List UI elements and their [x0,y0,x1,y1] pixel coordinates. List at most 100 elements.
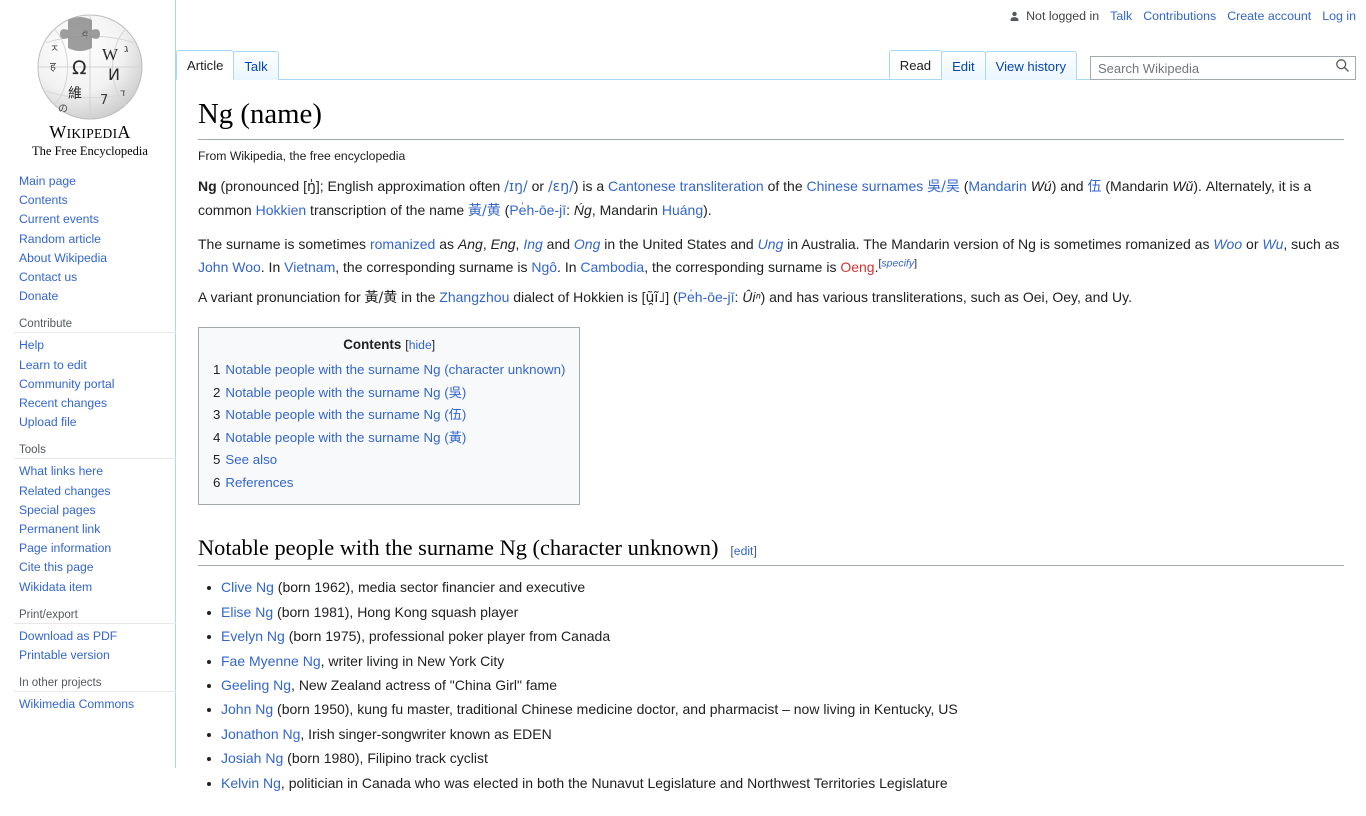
sidebar-item-current-events[interactable]: Current events [14,210,176,229]
sidebar-item-page-information[interactable]: Page information [14,539,176,558]
redlink-oeng[interactable]: Oeng [840,259,874,275]
sidebar-link-printable-version[interactable]: Printable version [19,648,110,662]
sidebar-link-main-page[interactable]: Main page [19,174,76,188]
sidebar-item-recent-changes[interactable]: Recent changes [14,394,176,413]
person-link-fae-myenne-ng[interactable]: Fae Myenne Ng [221,653,321,669]
toc-toggle[interactable]: [hide] [405,338,435,352]
personal-link-create-account[interactable]: Create account [1227,9,1311,23]
link-zhangzhou[interactable]: Zhangzhou [439,289,509,305]
sidebar-link-upload-file[interactable]: Upload file [19,415,77,429]
link-vietnam[interactable]: Vietnam [284,259,335,275]
person-link-kelvin-ng[interactable]: Kelvin Ng [221,775,281,791]
sidebar-link-help[interactable]: Help [19,338,44,352]
person-link-elise-ng[interactable]: Elise Ng [221,604,273,620]
sidebar-item-wikidata-item[interactable]: Wikidata item [14,578,176,597]
person-link-evelyn-ng[interactable]: Evelyn Ng [221,628,285,644]
link-mandarin[interactable]: Mandarin [968,178,1026,194]
personal-link-talk[interactable]: Talk [1110,9,1132,23]
personal-link-log-in[interactable]: Log in [1322,9,1356,23]
link-romanized[interactable]: romanized [370,236,435,252]
toc-item-5[interactable]: 5 See also [213,449,565,472]
link-cantonese-transliteration[interactable]: Cantonese transliteration [608,178,764,194]
sidebar-item-printable-version[interactable]: Printable version [14,646,176,665]
link-ipa-eng[interactable]: /ɛŋ/ [548,179,574,195]
sidebar-item-download-as-pdf[interactable]: Download as PDF [14,627,176,646]
toc-link-1[interactable]: Notable people with the surname Ng (char… [225,362,565,377]
sidebar-link-random-article[interactable]: Random article [19,232,101,246]
sidebar-item-random-article[interactable]: Random article [14,230,176,249]
link-woo[interactable]: Woo [1213,236,1242,252]
sidebar-item-contact-us[interactable]: Contact us [14,268,176,287]
toc-link-5[interactable]: See also [225,452,277,467]
tab-view-history[interactable]: View history [984,51,1077,80]
toc-item-4[interactable]: 4 Notable people with the surname Ng (黃) [213,427,565,450]
sidebar-link-page-information[interactable]: Page information [19,541,111,555]
person-link-clive-ng[interactable]: Clive Ng [221,579,274,595]
search-input[interactable] [1090,56,1356,80]
toc-item-6[interactable]: 6 References [213,472,565,495]
link-cambodia[interactable]: Cambodia [580,259,644,275]
toc-item-1[interactable]: 1 Notable people with the surname Ng (cha… [213,359,565,382]
sidebar-item-donate[interactable]: Donate [14,287,176,306]
tab-read[interactable]: Read [888,50,943,80]
sidebar-item-permanent-link[interactable]: Permanent link [14,520,176,539]
toc-hide-link[interactable]: hide [409,338,432,352]
link-ing[interactable]: Ing [523,236,542,252]
link-john-woo[interactable]: John Woo [198,259,261,275]
link-huang[interactable]: Huáng [662,202,703,218]
person-link-jonathon-ng[interactable]: Jonathon Ng [221,726,300,742]
tab-edit[interactable]: Edit [941,51,986,80]
toc-link-4[interactable]: Notable people with the surname Ng (黃) [225,430,466,445]
sidebar-link-cite-this-page[interactable]: Cite this page [19,560,94,574]
link-surname-huang-cjk[interactable]: 黃/黄 [468,203,501,219]
link-surname-wu-cjk[interactable]: 吳/吴 [927,179,960,195]
sidebar-item-wikimedia-commons[interactable]: Wikimedia Commons [14,695,176,714]
sidebar-link-related-changes[interactable]: Related changes [19,484,110,498]
sidebar-item-what-links-here[interactable]: What links here [14,462,176,481]
link-surname-wu3-cjk[interactable]: 伍 [1088,179,1102,195]
link-peh-oe-ji[interactable]: Pe̍h-ōe-jī [509,202,566,218]
sidebar-item-learn-to-edit[interactable]: Learn to edit [14,356,176,375]
link-wu[interactable]: Wu [1262,236,1283,252]
sidebar-link-wikimedia-commons[interactable]: Wikimedia Commons [19,697,134,711]
specify-tag[interactable]: [specify] [878,257,917,269]
sidebar-link-permanent-link[interactable]: Permanent link [19,522,100,536]
link-ngo[interactable]: Ngô [531,259,557,275]
sidebar-link-contact-us[interactable]: Contact us [19,270,77,284]
link-ong[interactable]: Ong [574,236,600,252]
tab-talk[interactable]: Talk [233,51,279,80]
link-ipa-ing[interactable]: /ɪŋ/ [504,179,528,195]
sidebar-item-community-portal[interactable]: Community portal [14,375,176,394]
sidebar-item-special-pages[interactable]: Special pages [14,501,176,520]
section-edit-link-1[interactable]: [edit] [730,544,756,558]
tab-article[interactable]: Article [176,50,235,80]
person-link-geeling-ng[interactable]: Geeling Ng [221,677,291,693]
wikipedia-logo[interactable]: Ω W И 維 7 ह ג ㅈ අ の ד WIKIPEDIA The Free… [10,10,170,170]
sidebar-link-recent-changes[interactable]: Recent changes [19,396,107,410]
sidebar-link-learn-to-edit[interactable]: Learn to edit [19,358,87,372]
sidebar-item-cite-this-page[interactable]: Cite this page [14,558,176,577]
sidebar-item-help[interactable]: Help [14,336,176,355]
sidebar-link-community-portal[interactable]: Community portal [19,377,115,391]
link-peh-oe-ji-2[interactable]: Pe̍h-ōe-jī [678,289,735,305]
edit-link[interactable]: edit [734,544,754,558]
personal-link-contributions[interactable]: Contributions [1143,9,1216,23]
sidebar-link-special-pages[interactable]: Special pages [19,503,96,517]
link-chinese-surnames[interactable]: Chinese surnames [807,178,924,194]
sidebar-link-about-wikipedia[interactable]: About Wikipedia [19,251,107,265]
toc-item-2[interactable]: 2 Notable people with the surname Ng (吳) [213,382,565,405]
sidebar-item-main-page[interactable]: Main page [14,172,176,191]
toc-link-6[interactable]: References [225,475,293,490]
link-ung[interactable]: Ung [758,236,784,252]
sidebar-item-about-wikipedia[interactable]: About Wikipedia [14,249,176,268]
sidebar-item-upload-file[interactable]: Upload file [14,413,176,432]
sidebar-link-contents[interactable]: Contents [19,193,68,207]
sidebar-link-wikidata-item[interactable]: Wikidata item [19,580,92,594]
sidebar-item-related-changes[interactable]: Related changes [14,482,176,501]
link-hokkien[interactable]: Hokkien [256,202,307,218]
toc-link-2[interactable]: Notable people with the surname Ng (吳) [225,385,466,400]
sidebar-link-download-as-pdf[interactable]: Download as PDF [19,629,117,643]
search-button[interactable] [1330,55,1355,79]
person-link-john-ng[interactable]: John Ng [221,701,273,717]
toc-link-3[interactable]: Notable people with the surname Ng (伍) [225,407,466,422]
